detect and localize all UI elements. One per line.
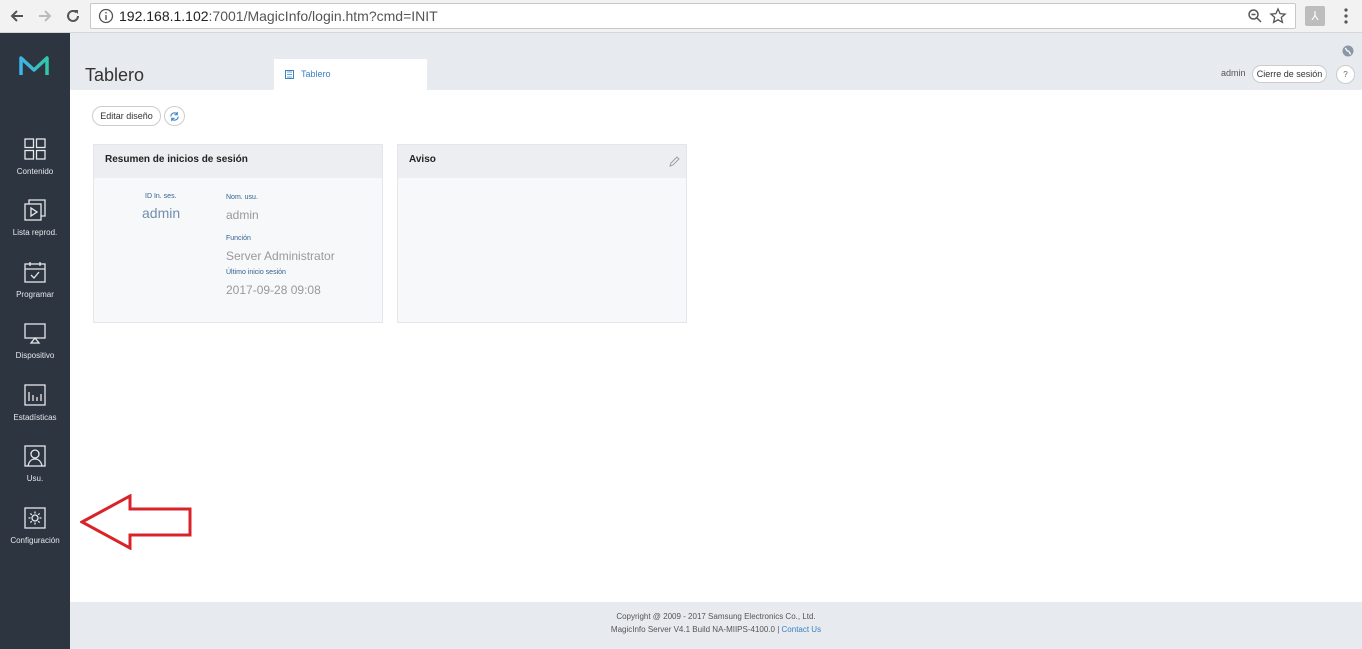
browser-toolbar: 192.168.1.102:7001/MagicInfo/login.htm?c… [0, 0, 1362, 33]
last-login-value: 2017-09-28 09:08 [226, 283, 321, 297]
sidebar-item-contenido[interactable]: Contenido [0, 137, 70, 195]
session-id-label: ID In. ses. [145, 193, 177, 200]
card-title: Resumen de inicios de sesión [105, 154, 248, 165]
user-icon [24, 445, 46, 467]
info-icon[interactable] [98, 8, 114, 24]
browser-menu-icon[interactable] [1341, 7, 1351, 25]
playlist-icon [24, 199, 46, 221]
url-host: 192.168.1.102 [119, 8, 209, 24]
sidebar-item-label: Contenido [16, 167, 54, 176]
sidebar-item-label: Estadísticas [13, 413, 57, 422]
bookmark-star-icon[interactable] [1269, 7, 1287, 25]
user-name-label: Nom. usu. [226, 194, 258, 201]
back-icon[interactable] [6, 5, 28, 27]
logged-in-user: admin [1221, 68, 1246, 78]
edit-layout-button[interactable]: Editar diseño [92, 106, 161, 126]
copyright-text: Copyright @ 2009 - 2017 Samsung Electron… [616, 612, 816, 621]
forward-icon[interactable] [34, 5, 56, 27]
session-id-value: admin [142, 205, 181, 221]
tab-tablero[interactable]: Tablero [274, 59, 427, 90]
role-label: Función [226, 235, 251, 242]
annotation-arrow-icon [80, 494, 192, 550]
edit-pencil-icon[interactable] [669, 156, 680, 167]
logout-button[interactable]: Cierre de sesión [1252, 65, 1327, 83]
chart-icon [24, 384, 46, 406]
refresh-icon [170, 111, 179, 121]
help-button[interactable]: ? [1336, 65, 1355, 84]
build-info: MagicInfo Server V4.1 Build NA-MIIPS-410… [70, 625, 1362, 634]
url-path: :7001/MagicInfo/login.htm?cmd=INIT [208, 8, 438, 24]
reload-icon[interactable] [62, 5, 84, 27]
page-header: Tablero Tablero admin Cierre de sesión ? [70, 33, 1362, 90]
sidebar: Contenido Lista reprod. Programar Dispos… [0, 33, 70, 649]
tab-label: Tablero [301, 69, 331, 79]
user-name-value: admin [226, 208, 259, 222]
sidebar-item-label: Dispositivo [15, 351, 55, 360]
page-title: Tablero [85, 65, 145, 85]
card-header: Aviso [398, 145, 686, 178]
calendar-icon [24, 262, 46, 283]
sidebar-item-configuracion[interactable]: Configuración [0, 506, 70, 564]
role-value: Server Administrator [226, 249, 335, 263]
card-header: Resumen de inicios de sesión [94, 145, 382, 178]
sidebar-item-programar[interactable]: Programar [0, 260, 70, 318]
url-text: 192.168.1.102:7001/MagicInfo/login.htm?c… [119, 8, 438, 24]
settings-icon [24, 507, 46, 529]
grid-icon [24, 138, 46, 160]
footer: Copyright @ 2009 - 2017 Samsung Electron… [70, 602, 1362, 649]
notice-card: Aviso [397, 144, 687, 323]
sidebar-item-label: Configuración [10, 536, 60, 545]
sidebar-item-lista-reprod[interactable]: Lista reprod. [0, 198, 70, 256]
sidebar-item-usu[interactable]: Usu. [0, 444, 70, 502]
monitor-icon [24, 323, 46, 344]
card-title: Aviso [409, 154, 436, 165]
magicinfo-logo[interactable] [18, 55, 50, 77]
last-login-label: Último inicio sesión [226, 269, 286, 276]
address-bar[interactable]: 192.168.1.102:7001/MagicInfo/login.htm?c… [90, 3, 1296, 29]
sidebar-item-label: Usu. [26, 474, 44, 483]
refresh-button[interactable] [164, 106, 185, 126]
sidebar-item-label: Programar [16, 290, 54, 299]
dashboard-tab-icon [285, 70, 294, 79]
sidebar-item-label: Lista reprod. [12, 228, 58, 237]
login-summary-card: Resumen de inicios de sesión ID In. ses.… [93, 144, 383, 323]
pdf-extension-icon[interactable]: ⅄ [1305, 6, 1325, 26]
sidebar-item-estadisticas[interactable]: Estadísticas [0, 383, 70, 441]
zoom-icon[interactable] [1247, 8, 1263, 24]
sidebar-item-dispositivo[interactable]: Dispositivo [0, 321, 70, 379]
build-text: MagicInfo Server V4.1 Build NA-MIIPS-410… [610, 625, 780, 634]
globe-icon[interactable] [1342, 45, 1354, 57]
contact-us-link[interactable]: Contact Us [782, 625, 822, 634]
